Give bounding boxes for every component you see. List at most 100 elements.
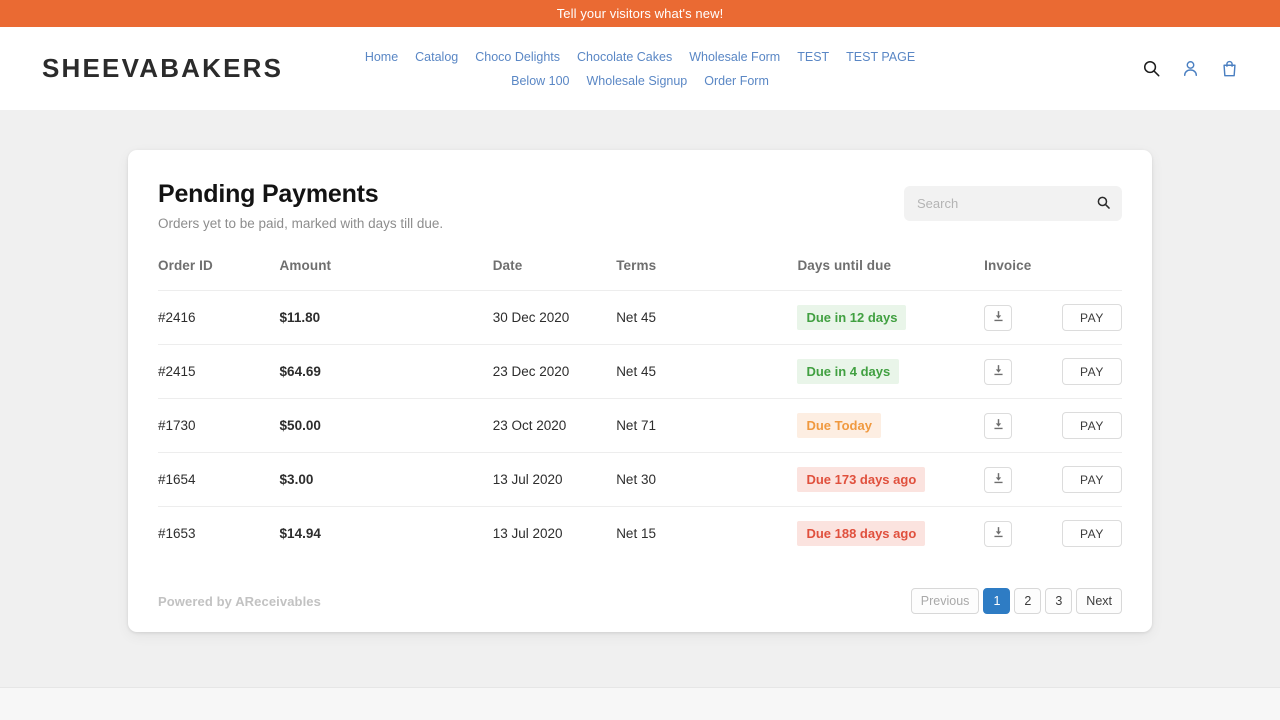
pay-button[interactable]: PAY xyxy=(1062,520,1122,547)
pay-button[interactable]: PAY xyxy=(1062,358,1122,385)
cell-amount: $64.69 xyxy=(280,345,493,399)
status-badge: Due 173 days ago xyxy=(797,467,925,492)
search-icon[interactable] xyxy=(1140,58,1162,80)
cell-pay: PAY xyxy=(1062,507,1122,561)
announcement-bar: Tell your visitors what's new! xyxy=(0,0,1280,27)
main-navigation: Home Catalog Choco Delights Chocolate Ca… xyxy=(360,46,920,91)
card-heading-group: Pending Payments Orders yet to be paid, … xyxy=(158,180,443,231)
nav-link-wholesale-signup[interactable]: Wholesale Signup xyxy=(587,72,688,91)
cell-days-until-due: Due 188 days ago xyxy=(797,507,984,561)
cell-days-until-due: Due in 4 days xyxy=(797,345,984,399)
download-icon xyxy=(992,364,1005,380)
cell-pay: PAY xyxy=(1062,291,1122,345)
pagination-page-3-button[interactable]: 3 xyxy=(1045,588,1072,614)
cell-terms: Net 71 xyxy=(616,399,797,453)
cell-amount: $14.94 xyxy=(280,507,493,561)
download-invoice-button[interactable] xyxy=(984,413,1012,439)
page-subtitle: Orders yet to be paid, marked with days … xyxy=(158,216,443,231)
cell-invoice xyxy=(984,345,1062,399)
nav-link-catalog[interactable]: Catalog xyxy=(415,48,458,67)
search-input[interactable] xyxy=(904,186,1122,221)
cell-invoice xyxy=(984,399,1062,453)
download-invoice-button[interactable] xyxy=(984,305,1012,331)
page-main: Pending Payments Orders yet to be paid, … xyxy=(0,110,1280,687)
pagination-previous-button[interactable]: Previous xyxy=(911,588,980,614)
download-icon xyxy=(992,418,1005,434)
pagination: Previous 1 2 3 Next xyxy=(911,588,1122,614)
status-badge: Due in 12 days xyxy=(797,305,906,330)
pay-button[interactable]: PAY xyxy=(1062,466,1122,493)
cart-icon[interactable] xyxy=(1218,58,1240,80)
nav-link-chocolate-cakes[interactable]: Chocolate Cakes xyxy=(577,48,672,67)
cell-invoice xyxy=(984,507,1062,561)
cell-order-id: #1730 xyxy=(158,399,280,453)
table-row: #1654 $3.00 13 Jul 2020 Net 30 Due 173 d… xyxy=(158,453,1122,507)
table-row: #2415 $64.69 23 Dec 2020 Net 45 Due in 4… xyxy=(158,345,1122,399)
search-box xyxy=(904,186,1122,221)
pay-button[interactable]: PAY xyxy=(1062,304,1122,331)
site-footer: Quick links Newsletter xyxy=(0,687,1280,720)
cell-terms: Net 45 xyxy=(616,345,797,399)
nav-link-choco-delights[interactable]: Choco Delights xyxy=(475,48,560,67)
status-badge: Due 188 days ago xyxy=(797,521,925,546)
header-icon-group xyxy=(1140,27,1240,110)
cell-date: 13 Jul 2020 xyxy=(493,507,617,561)
announcement-text: Tell your visitors what's new! xyxy=(557,6,724,21)
account-icon[interactable] xyxy=(1179,58,1201,80)
site-header: SHEEVABAKERS Home Catalog Choco Delights… xyxy=(0,27,1280,110)
pending-payments-table: Order ID Amount Date Terms Days until du… xyxy=(158,258,1122,560)
cell-order-id: #1654 xyxy=(158,453,280,507)
nav-link-test-page[interactable]: TEST PAGE xyxy=(846,48,915,67)
column-header-date: Date xyxy=(493,258,617,291)
pay-button[interactable]: PAY xyxy=(1062,412,1122,439)
nav-link-home[interactable]: Home xyxy=(365,48,398,67)
table-row: #2416 $11.80 30 Dec 2020 Net 45 Due in 1… xyxy=(158,291,1122,345)
cell-order-id: #2415 xyxy=(158,345,280,399)
pagination-page-1-button[interactable]: 1 xyxy=(983,588,1010,614)
nav-link-wholesale-form[interactable]: Wholesale Form xyxy=(689,48,780,67)
status-badge: Due Today xyxy=(797,413,881,438)
column-header-terms: Terms xyxy=(616,258,797,291)
download-invoice-button[interactable] xyxy=(984,467,1012,493)
nav-link-below-100[interactable]: Below 100 xyxy=(511,72,569,91)
cell-pay: PAY xyxy=(1062,453,1122,507)
cell-terms: Net 30 xyxy=(616,453,797,507)
cell-days-until-due: Due in 12 days xyxy=(797,291,984,345)
cell-terms: Net 45 xyxy=(616,291,797,345)
table-body: #2416 $11.80 30 Dec 2020 Net 45 Due in 1… xyxy=(158,291,1122,561)
download-icon xyxy=(992,310,1005,326)
table-header-row: Order ID Amount Date Terms Days until du… xyxy=(158,258,1122,291)
card-footer: Powered by AReceivables Previous 1 2 3 N… xyxy=(158,560,1122,614)
cell-date: 23 Dec 2020 xyxy=(493,345,617,399)
cell-amount: $3.00 xyxy=(280,453,493,507)
cell-date: 13 Jul 2020 xyxy=(493,453,617,507)
download-invoice-button[interactable] xyxy=(984,359,1012,385)
column-header-days-until-due: Days until due xyxy=(797,258,984,291)
column-header-order-id: Order ID xyxy=(158,258,280,291)
status-badge: Due in 4 days xyxy=(797,359,899,384)
column-header-invoice: Invoice xyxy=(984,258,1062,291)
cell-pay: PAY xyxy=(1062,345,1122,399)
column-header-amount: Amount xyxy=(280,258,493,291)
pagination-next-button[interactable]: Next xyxy=(1076,588,1122,614)
cell-invoice xyxy=(984,291,1062,345)
cell-amount: $11.80 xyxy=(280,291,493,345)
card-header: Pending Payments Orders yet to be paid, … xyxy=(158,180,1122,231)
download-invoice-button[interactable] xyxy=(984,521,1012,547)
cell-order-id: #2416 xyxy=(158,291,280,345)
cell-amount: $50.00 xyxy=(280,399,493,453)
cell-invoice xyxy=(984,453,1062,507)
cell-order-id: #1653 xyxy=(158,507,280,561)
page-title: Pending Payments xyxy=(158,180,443,209)
cell-date: 23 Oct 2020 xyxy=(493,399,617,453)
table-row: #1653 $14.94 13 Jul 2020 Net 15 Due 188 … xyxy=(158,507,1122,561)
pagination-page-2-button[interactable]: 2 xyxy=(1014,588,1041,614)
nav-link-order-form[interactable]: Order Form xyxy=(704,72,769,91)
pending-payments-card: Pending Payments Orders yet to be paid, … xyxy=(128,150,1152,632)
cell-days-until-due: Due 173 days ago xyxy=(797,453,984,507)
powered-by-label: Powered by AReceivables xyxy=(158,594,321,609)
brand-logo[interactable]: SHEEVABAKERS xyxy=(42,53,283,84)
table-row: #1730 $50.00 23 Oct 2020 Net 71 Due Toda… xyxy=(158,399,1122,453)
cell-pay: PAY xyxy=(1062,399,1122,453)
nav-link-test[interactable]: TEST xyxy=(797,48,829,67)
